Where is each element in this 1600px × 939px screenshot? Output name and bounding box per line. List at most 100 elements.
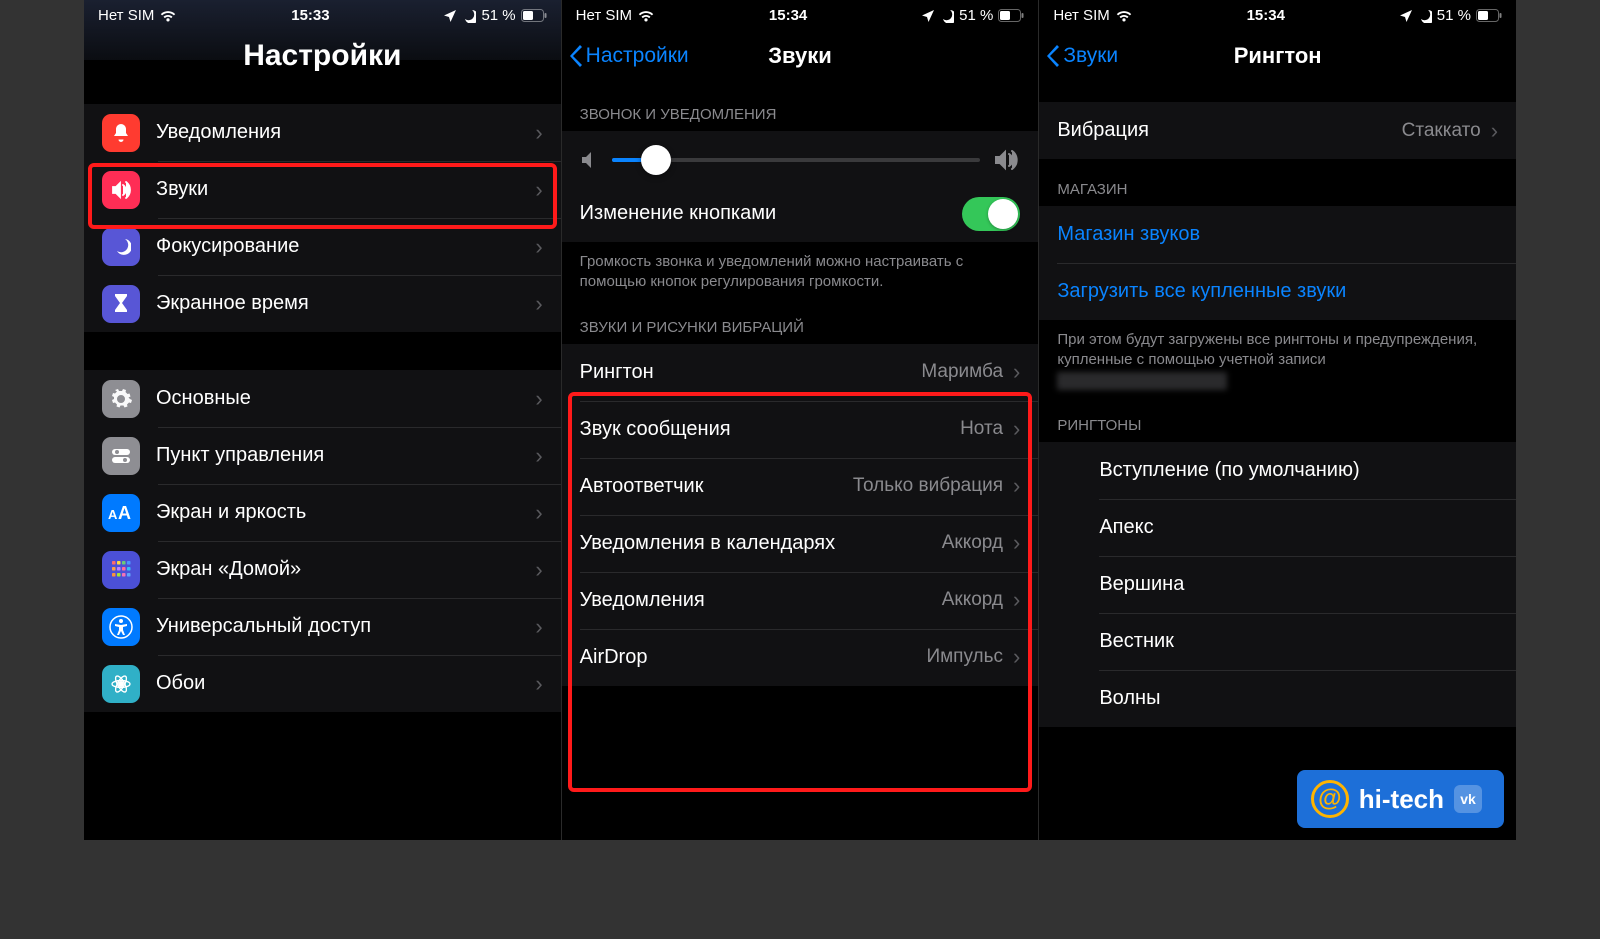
chevron-right-icon: › [1013,416,1020,442]
gear-icon [102,380,140,418]
moon-icon [1418,9,1432,23]
settings-row-универсальный-доступ[interactable]: Универсальный доступ › [84,598,561,655]
bell-icon [102,114,140,152]
row-label: AirDrop [580,646,927,669]
back-label: Звуки [1063,44,1118,68]
sound-store-link[interactable]: Магазин звуков [1039,206,1516,263]
page-title: Рингтон [1234,43,1322,69]
settings-row-пункт-управления[interactable]: Пункт управления › [84,427,561,484]
ringtones-group: Вступление (по умолчанию) Апекс Вершина Вес… [1039,442,1516,727]
volume-high-icon [994,149,1020,171]
grid-icon [102,551,140,589]
svg-text:A: A [108,507,118,522]
chevron-right-icon: › [1491,118,1498,144]
hourglass-icon [102,285,140,323]
moon-icon [102,228,140,266]
status-bar: Нет SIM 15:33 51 % [84,0,561,28]
section-footer: Громкость звонка и уведомлений можно нас… [562,242,1039,297]
back-button[interactable]: Звуки [1047,44,1118,68]
sound-row-звук-сообщения[interactable]: Звук сообщения Нота › [562,401,1039,458]
link-label: Магазин звуков [1057,223,1498,246]
settings-row-фокусирование[interactable]: Фокусирование › [84,218,561,275]
settings-group-2: Основные › Пункт управления › AA Экран и… [84,370,561,712]
settings-group-1: Уведомления › Звуки › Фокусирование › Эк… [84,104,561,332]
ringtone-option[interactable]: Вступление (по умолчанию) [1039,442,1516,499]
settings-row-обои[interactable]: Обои › [84,655,561,712]
ringtone-option[interactable]: Вестник [1039,613,1516,670]
chevron-right-icon: › [535,291,542,317]
volume-slider-row [562,131,1039,185]
row-label: Экран «Домой» [156,558,531,581]
redacted-account [1057,372,1227,390]
battery-icon [521,9,547,22]
phone-sounds: Нет SIM 15:34 51 % Настройки Звуки ЗВОНО… [562,0,1040,840]
chevron-left-icon [570,45,584,67]
battery-pct: 51 % [959,7,993,24]
store-footer: При этом будут загружены все рингтоны и … [1039,320,1516,395]
flower-icon [102,665,140,703]
sound-row-автоответчик[interactable]: Автоответчик Только вибрация › [562,458,1039,515]
settings-row-экран-домой-[interactable]: Экран «Домой» › [84,541,561,598]
settings-row-уведомления[interactable]: Уведомления › [84,104,561,161]
vk-icon: vk [1454,785,1482,813]
chevron-right-icon: › [535,443,542,469]
vibration-row[interactable]: Вибрация Стаккато › [1039,102,1516,159]
chevron-right-icon: › [1013,359,1020,385]
battery-icon [998,9,1024,22]
row-label: Основные [156,387,531,410]
row-label: Звуки [156,178,531,201]
sound-row-уведомления-в-календарях[interactable]: Уведомления в календарях Аккорд › [562,515,1039,572]
settings-row-основные[interactable]: Основные › [84,370,561,427]
chevron-right-icon: › [535,234,542,260]
chevron-right-icon: › [535,614,542,640]
back-label: Настройки [586,44,689,68]
settings-row-экран-и-яркость[interactable]: AA Экран и яркость › [84,484,561,541]
change-with-buttons-toggle[interactable] [962,197,1020,231]
section-header-sounds: ЗВУКИ И РИСУНКИ ВИБРАЦИЙ [562,297,1039,344]
row-label: Экран и яркость [156,501,531,524]
change-with-buttons-row: Изменение кнопками [562,185,1039,242]
speaker-icon [102,171,140,209]
row-label: Фокусирование [156,235,531,258]
location-icon [443,9,457,23]
back-button[interactable]: Настройки [570,44,689,68]
chevron-right-icon: › [1013,473,1020,499]
section-header-store: МАГАЗИН [1039,159,1516,206]
row-label: Рингтон [580,361,922,384]
sound-row-уведомления[interactable]: Уведомления Аккорд › [562,572,1039,629]
carrier-label: Нет SIM [98,7,154,24]
ringtone-label: Апекс [1099,516,1498,539]
ringtone-label: Вестник [1099,630,1498,653]
volume-slider[interactable] [612,158,981,162]
status-bar: Нет SIM 15:34 51 % [562,0,1039,28]
ringtone-option[interactable]: Вершина [1039,556,1516,613]
wifi-icon [159,9,177,23]
row-value: Стаккато [1402,120,1481,142]
row-label: Автоответчик [580,475,853,498]
ringtone-option[interactable]: Волны [1039,670,1516,727]
accessibility-icon [102,608,140,646]
ringtone-label: Вершина [1099,573,1498,596]
three-phone-layout: Нет SIM 15:33 51 % Настройки Уведомления… [84,0,1516,840]
moon-icon [940,9,954,23]
battery-pct: 51 % [1437,7,1471,24]
aa-icon: AA [102,494,140,532]
row-value: Нота [960,418,1003,440]
settings-row-звуки[interactable]: Звуки › [84,161,561,218]
row-label: Уведомления [156,121,531,144]
battery-pct: 51 % [481,7,515,24]
sound-row-airdrop[interactable]: AirDrop Импульс › [562,629,1039,686]
chevron-right-icon: › [535,177,542,203]
row-label: Вибрация [1057,119,1401,142]
chevron-right-icon: › [535,500,542,526]
download-purchased-link[interactable]: Загрузить все купленные звуки [1039,263,1516,320]
settings-row-экранное-время[interactable]: Экранное время › [84,275,561,332]
watermark-badge: @ hi-tech vk [1297,770,1504,828]
chevron-right-icon: › [1013,530,1020,556]
carrier-label: Нет SIM [576,7,632,24]
phone-ringtone: Нет SIM 15:34 51 % Звуки Рингтон Вибр [1039,0,1516,840]
ringtone-option[interactable]: Апекс [1039,499,1516,556]
sound-row-рингтон[interactable]: Рингтон Маримба › [562,344,1039,401]
row-value: Аккорд [942,589,1003,611]
status-bar: Нет SIM 15:34 51 % [1039,0,1516,28]
